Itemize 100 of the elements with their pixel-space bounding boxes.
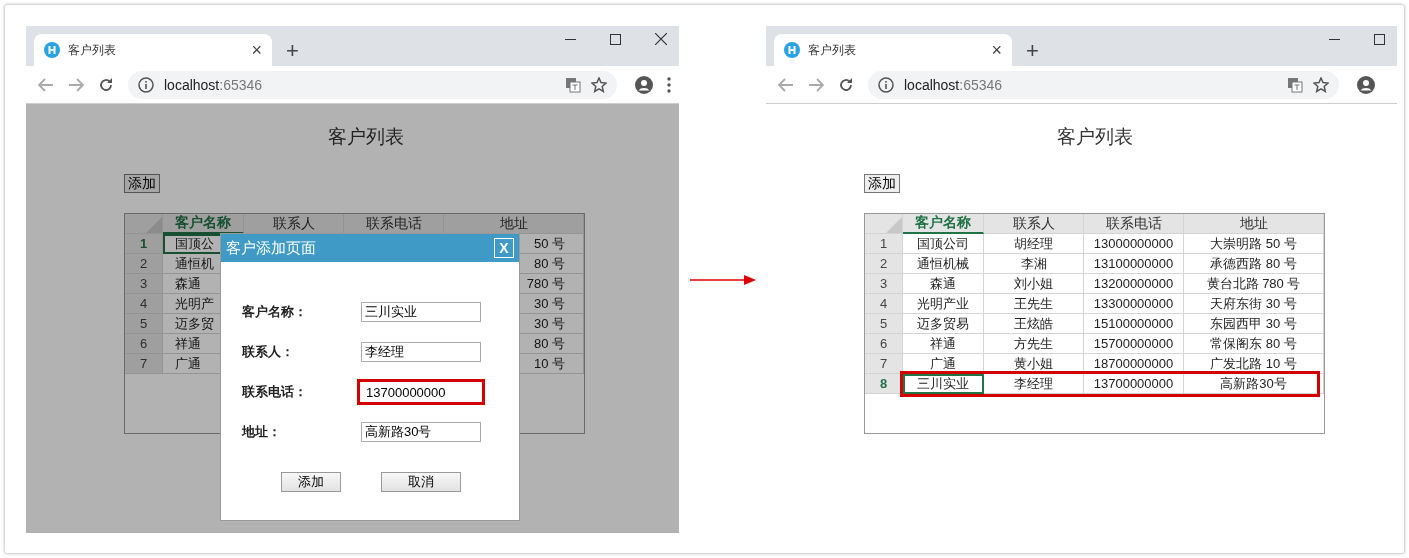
row-number[interactable]: 5: [865, 314, 903, 334]
table-cell: 祥通: [903, 334, 984, 354]
new-tab-button[interactable]: +: [1026, 40, 1039, 62]
table-cell: 王炫皓: [984, 314, 1084, 334]
table-cell: 李经理: [984, 374, 1084, 394]
table-cell: 刘小姐: [984, 274, 1084, 294]
address-bar[interactable]: localhost:65346: [128, 70, 617, 99]
column-header[interactable]: 客户名称: [903, 214, 984, 234]
field-label: 联系电话：: [242, 383, 308, 401]
add-button[interactable]: 添加: [864, 174, 900, 193]
table-cell: 通恒机械: [903, 254, 984, 274]
star-icon[interactable]: [1313, 76, 1329, 93]
page-title: 客户列表: [1055, 125, 1134, 149]
row-number[interactable]: 7: [125, 354, 163, 374]
column-header[interactable]: 地址: [444, 214, 584, 234]
column-header[interactable]: 联系电话: [1084, 214, 1184, 234]
table-cell: 王先生: [984, 294, 1084, 314]
table-cell: 方先生: [984, 334, 1084, 354]
reload-icon[interactable]: [98, 76, 114, 93]
url-text: localhost:65346: [164, 76, 264, 93]
field-label: 联系人：: [242, 343, 295, 361]
cancel-button[interactable]: 取消: [381, 472, 461, 492]
row-number[interactable]: 3: [125, 274, 163, 294]
tab-close-button[interactable]: ×: [991, 41, 1002, 59]
url-text: localhost:65346: [904, 76, 1004, 93]
translate-icon[interactable]: [1287, 76, 1303, 93]
info-icon: [138, 76, 154, 93]
input-field[interactable]: 李经理: [361, 342, 481, 362]
page-title: 客户列表: [326, 125, 405, 149]
table-cell: 13100000000: [1084, 254, 1184, 274]
table-cell: 光明产业: [903, 294, 984, 314]
row-number[interactable]: 3: [865, 274, 903, 294]
table-cell: 东园西甲 30 号: [1184, 314, 1324, 334]
table-cell: 常保阁东 80 号: [1184, 334, 1324, 354]
table-cell: 13000000000: [1084, 234, 1184, 254]
avatar-icon[interactable]: [1357, 75, 1375, 94]
info-icon: [878, 76, 894, 93]
column-header[interactable]: 联系人: [984, 214, 1084, 234]
row-number[interactable]: 6: [125, 334, 163, 354]
table-cell: 李湘: [984, 254, 1084, 274]
column-header[interactable]: 客户名称: [163, 214, 244, 234]
table-cell: 13200000000: [1084, 274, 1184, 294]
row-number[interactable]: 4: [865, 294, 903, 314]
close-icon[interactable]: [655, 33, 667, 45]
row-number[interactable]: 2: [865, 254, 903, 274]
input-field[interactable]: 高新路30号: [361, 422, 481, 442]
site-logo-icon: [44, 42, 60, 58]
field-label: 地址：: [242, 423, 282, 441]
table-cell: 迈多贸易: [903, 314, 984, 334]
browser-tab[interactable]: 客户列表 ×: [774, 34, 1012, 66]
row-number[interactable]: 4: [125, 294, 163, 314]
column-header[interactable]: 地址: [1184, 214, 1324, 234]
row-number[interactable]: 1: [125, 234, 163, 254]
tab-title: 客户列表: [808, 41, 857, 59]
row-number[interactable]: 5: [125, 314, 163, 334]
arrow-icon: [690, 274, 756, 286]
translate-icon[interactable]: [565, 76, 581, 93]
row-number[interactable]: 1: [865, 234, 903, 254]
table-cell: 15700000000: [1084, 334, 1184, 354]
table-cell: 13300000000: [1084, 294, 1184, 314]
table-cell: 高新路30号: [1184, 374, 1324, 394]
tab-title: 客户列表: [68, 41, 117, 59]
browser-tab[interactable]: 客户列表 ×: [34, 34, 272, 66]
input-field[interactable]: 三川实业: [361, 302, 481, 322]
table-cell: 国顶公司: [903, 234, 984, 254]
table-cell: 广通: [903, 354, 984, 374]
row-number[interactable]: 8: [865, 374, 903, 394]
maximize-icon[interactable]: [610, 33, 621, 45]
table-cell: 13700000000: [1084, 374, 1184, 394]
table-cell: 森通: [903, 274, 984, 294]
minimize-icon[interactable]: [1329, 38, 1340, 40]
reload-icon[interactable]: [838, 76, 854, 93]
input-field[interactable]: 13700000000: [357, 379, 485, 405]
table-cell: 黄台北路 780 号: [1184, 274, 1324, 294]
row-number[interactable]: 6: [865, 334, 903, 354]
avatar-icon[interactable]: [635, 75, 653, 94]
table-cell: 大崇明路 50 号: [1184, 234, 1324, 254]
row-number[interactable]: 2: [125, 254, 163, 274]
new-tab-button[interactable]: +: [286, 40, 299, 62]
field-label: 客户名称：: [242, 303, 308, 321]
column-header[interactable]: 联系人: [244, 214, 344, 234]
add-button[interactable]: 添加: [124, 174, 160, 193]
maximize-icon[interactable]: [1374, 33, 1385, 45]
table-cell: 广发北路 10 号: [1184, 354, 1324, 374]
menu-icon[interactable]: [667, 76, 671, 93]
address-bar[interactable]: localhost:65346: [868, 70, 1339, 99]
minimize-icon[interactable]: [565, 38, 576, 40]
site-logo-icon: [784, 42, 800, 58]
star-icon[interactable]: [591, 76, 607, 93]
table-cell: 18700000000: [1084, 354, 1184, 374]
table-cell: 15100000000: [1084, 314, 1184, 334]
row-number[interactable]: 7: [865, 354, 903, 374]
tab-close-button[interactable]: ×: [251, 41, 262, 59]
table-cell: 胡经理: [984, 234, 1084, 254]
table-cell: 三川实业: [903, 374, 984, 394]
add-button[interactable]: 添加: [281, 472, 341, 492]
table-cell: 黄小姐: [984, 354, 1084, 374]
table-cell: 天府东街 30 号: [1184, 294, 1324, 314]
table-cell: 承德西路 80 号: [1184, 254, 1324, 274]
column-header[interactable]: 联系电话: [344, 214, 444, 234]
